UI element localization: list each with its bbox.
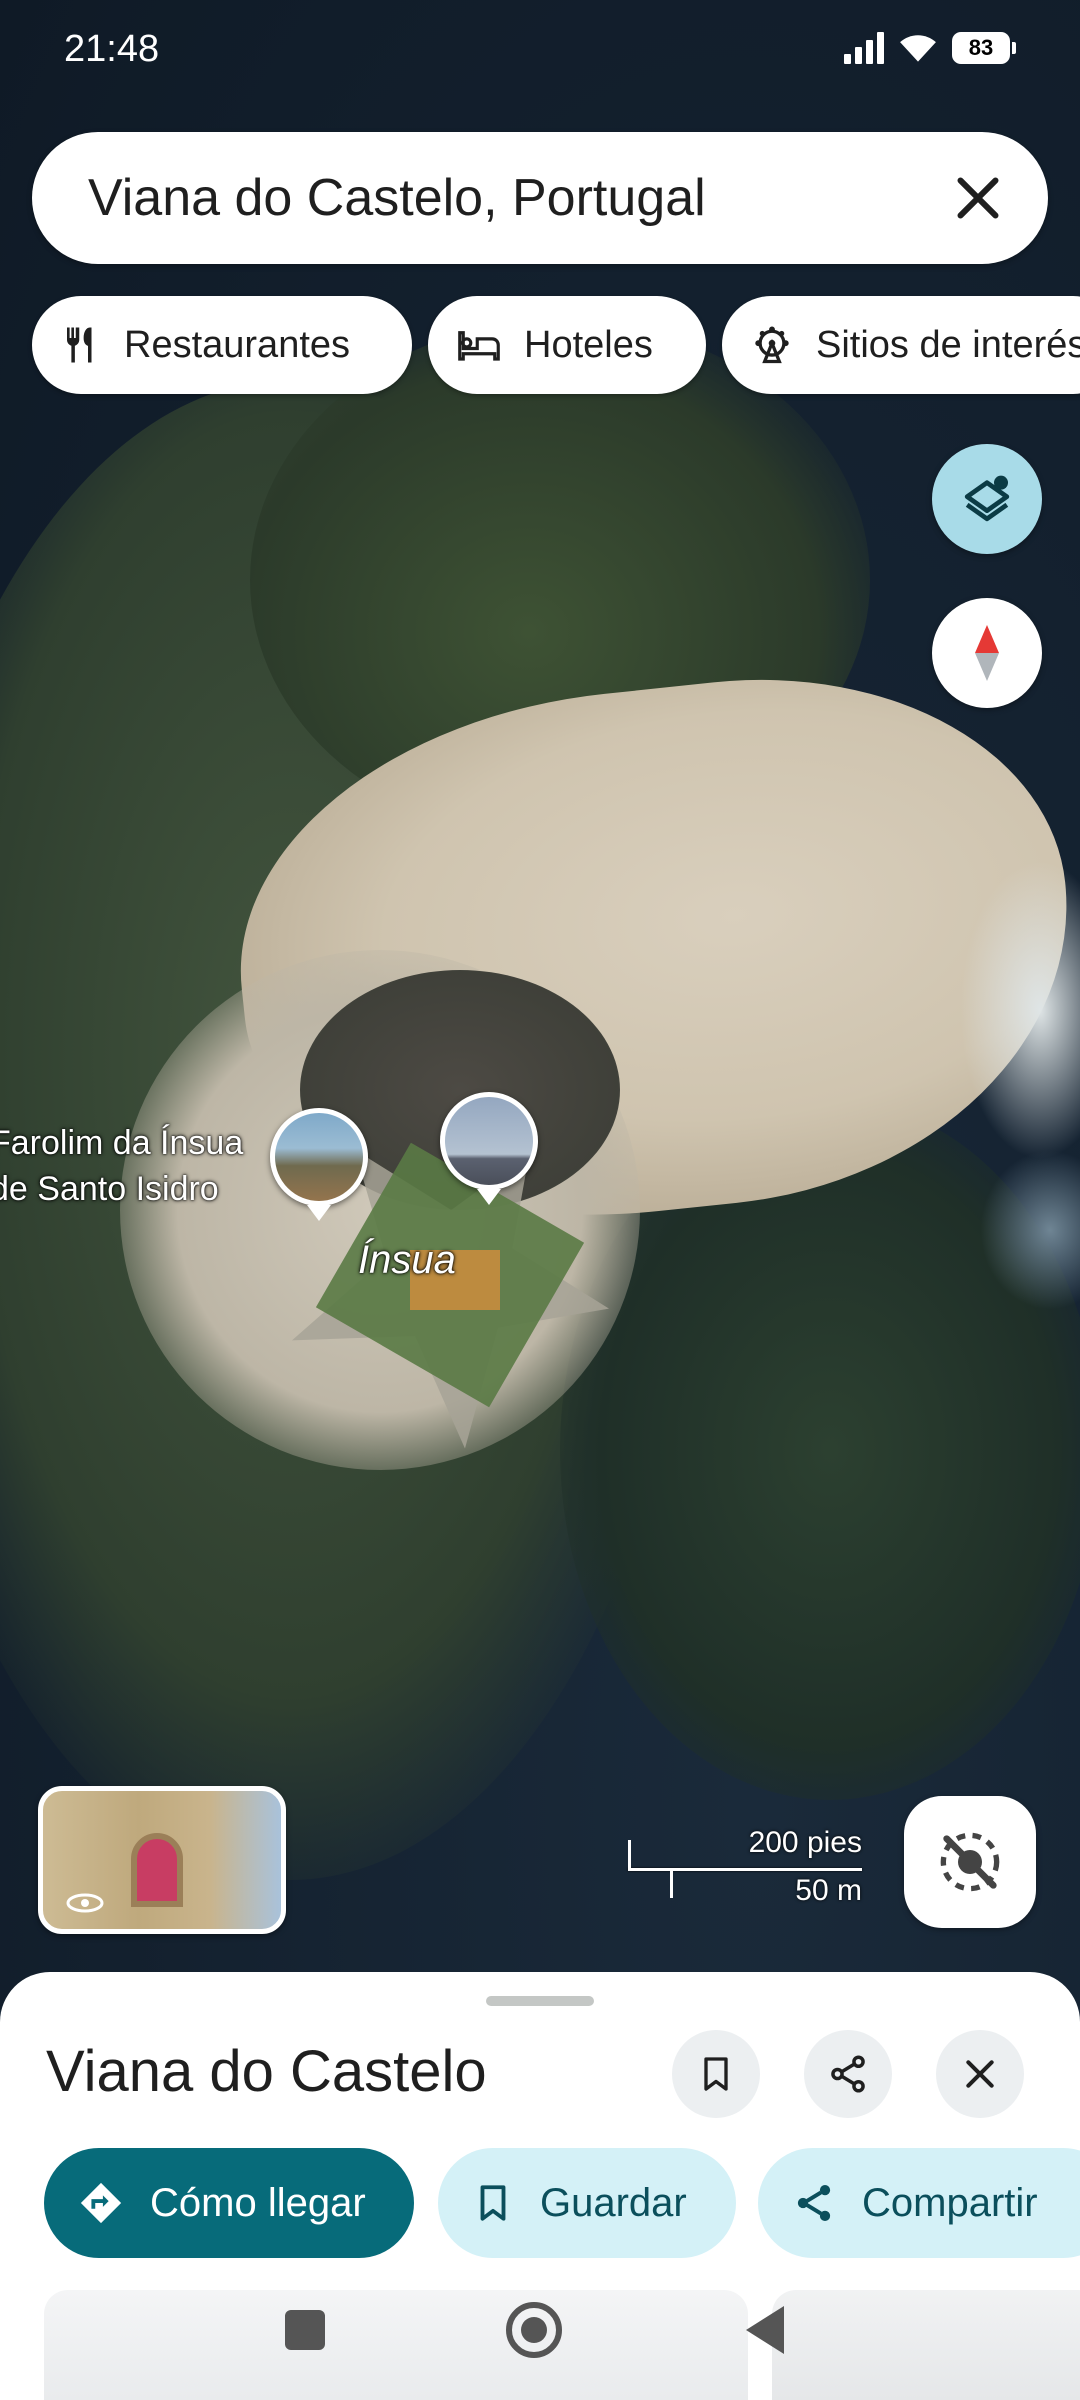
share-icon-button[interactable]	[804, 2030, 892, 2118]
close-sheet-button[interactable]	[936, 2030, 1024, 2118]
compass-icon	[975, 625, 999, 681]
bookmark-icon	[480, 2185, 506, 2221]
layers-icon	[964, 475, 1010, 522]
recents-button[interactable]	[285, 2310, 325, 2350]
scale-tick	[628, 1840, 631, 1871]
status-icons: 83	[844, 32, 1016, 64]
status-bar: 21:48 83	[0, 0, 1080, 100]
chip-points-of-interest[interactable]: Sitios de interés	[722, 296, 1080, 394]
save-button[interactable]: Guardar	[438, 2148, 736, 2258]
street-view-thumbnail[interactable]	[38, 1786, 286, 1934]
wifi-icon	[900, 35, 936, 62]
ferris-wheel-icon	[755, 326, 789, 364]
scale-feet-label: 200 pies	[748, 1826, 862, 1859]
scale-meters-label: 50 m	[795, 1874, 862, 1907]
chip-restaurants[interactable]: Restaurantes	[32, 296, 412, 394]
photo-pin[interactable]	[270, 1108, 368, 1221]
search-input[interactable]: Viana do Castelo, Portugal	[88, 168, 706, 228]
chip-label: Restaurantes	[124, 323, 351, 366]
poi-label-line: de Santo Isidro	[0, 1170, 219, 1208]
bookmark-icon	[704, 2057, 728, 2091]
map-scale: 200 pies 50 m	[628, 1826, 862, 1907]
save-icon-button[interactable]	[672, 2030, 760, 2118]
my-location-button[interactable]	[904, 1796, 1036, 1928]
bed-icon	[458, 331, 500, 361]
status-clock: 21:48	[64, 28, 160, 70]
chip-hotels[interactable]: Hoteles	[428, 296, 706, 394]
drag-handle[interactable]	[486, 1996, 594, 2006]
compass-button[interactable]	[932, 598, 1042, 708]
layers-button[interactable]	[932, 444, 1042, 554]
location-off-icon	[940, 1832, 1000, 1892]
search-bar[interactable]: Viana do Castelo, Portugal	[32, 132, 1048, 264]
close-icon	[966, 2060, 994, 2088]
share-button[interactable]: Compartir	[758, 2148, 1080, 2258]
share-icon	[831, 2055, 865, 2093]
street-view-icon	[66, 1893, 104, 1913]
island-label[interactable]: Ínsua	[358, 1238, 456, 1283]
battery-icon: 83	[952, 32, 1016, 64]
scale-bar	[628, 1868, 862, 1871]
chip-label: Sitios de interés	[816, 323, 1080, 366]
poi-label-line: Farolim da Ínsua	[0, 1124, 244, 1162]
directions-label: Cómo llegar	[150, 2180, 366, 2225]
share-icon	[797, 2185, 831, 2221]
photo-pin[interactable]	[440, 1092, 538, 1205]
system-nav-bar	[0, 2270, 1080, 2400]
directions-icon	[80, 2182, 122, 2224]
scale-tick	[670, 1868, 673, 1898]
fork-knife-icon	[67, 327, 92, 363]
poi-label-farolim[interactable]: Farolim da Ínsua de Santo Isidro	[0, 1120, 243, 1212]
place-title: Viana do Castelo	[46, 2039, 487, 2104]
directions-button[interactable]: Cómo llegar	[44, 2148, 414, 2258]
church-door	[131, 1833, 183, 1907]
back-button[interactable]	[746, 2306, 784, 2354]
share-label: Compartir	[862, 2180, 1038, 2225]
cell-signal-icon	[844, 32, 884, 64]
home-button[interactable]	[506, 2302, 562, 2358]
close-icon[interactable]	[948, 168, 1008, 228]
chip-label: Hoteles	[524, 323, 653, 366]
save-label: Guardar	[540, 2180, 687, 2225]
